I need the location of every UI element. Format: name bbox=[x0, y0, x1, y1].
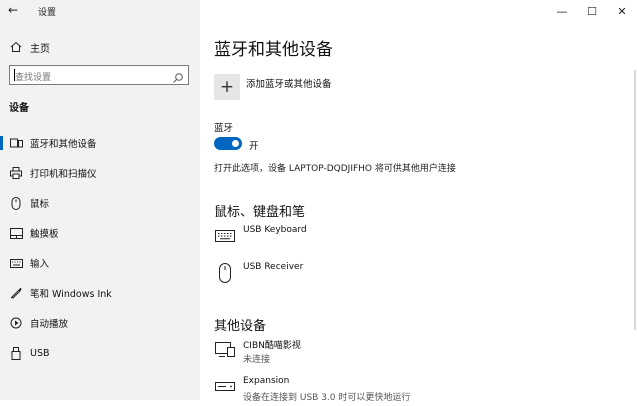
bluetooth-toggle-state: 开 bbox=[249, 141, 259, 152]
printer-icon bbox=[9, 166, 23, 180]
home-nav-item[interactable]: 主页 bbox=[9, 38, 50, 56]
other-devices-heading: 其他设备 bbox=[214, 319, 267, 334]
close-button[interactable]: ✕ bbox=[607, 0, 637, 22]
device-status: 未连接 bbox=[243, 355, 271, 365]
sidebar-item-typing[interactable]: 输入 bbox=[0, 248, 200, 278]
device-name: USB Receiver bbox=[243, 262, 304, 272]
window-title: 设置 bbox=[38, 8, 57, 18]
settings-window: ← 设置 主页 查找设置 设备 蓝牙和其他设备 打印机和扫描仪 鼠标 触摸板 输… bbox=[0, 0, 637, 403]
sidebar-item-printers[interactable]: 打印机和扫描仪 bbox=[0, 158, 200, 188]
sidebar-item-label: USB bbox=[30, 347, 50, 359]
sidebar-item-bluetooth[interactable]: 蓝牙和其他设备 bbox=[0, 128, 200, 158]
discoverable-text: 打开此选项，设备 LAPTOP-DQDJIFHO 将可供其他用户连接 bbox=[214, 164, 456, 174]
sidebar-nav: 蓝牙和其他设备 打印机和扫描仪 鼠标 触摸板 输入 笔和 Windows Ink… bbox=[0, 128, 200, 368]
sidebar-item-mouse[interactable]: 鼠标 bbox=[0, 188, 200, 218]
sidebar-item-autoplay[interactable]: 自动播放 bbox=[0, 308, 200, 338]
sidebar-item-pen[interactable]: 笔和 Windows Ink bbox=[0, 278, 200, 308]
device-name: USB Keyboard bbox=[243, 225, 307, 235]
scrollbar[interactable] bbox=[634, 70, 636, 330]
bluetooth-heading: 蓝牙 bbox=[214, 123, 234, 134]
sidebar-item-label: 蓝牙和其他设备 bbox=[30, 139, 97, 150]
maximize-button[interactable]: ☐ bbox=[577, 0, 607, 22]
device-name: CIBN酷喵影视 bbox=[243, 341, 301, 351]
window-controls: — ☐ ✕ bbox=[547, 0, 637, 22]
keyboard-icon bbox=[9, 256, 23, 270]
sidebar-item-label: 打印机和扫描仪 bbox=[30, 169, 97, 180]
mouse-keyboard-pen-heading: 鼠标、键盘和笔 bbox=[214, 205, 306, 220]
search-placeholder: 查找设置 bbox=[15, 73, 52, 83]
back-arrow-icon[interactable]: ← bbox=[8, 3, 18, 17]
minimize-button[interactable]: — bbox=[547, 0, 577, 22]
mouse-icon bbox=[9, 196, 23, 210]
plus-icon: + bbox=[219, 77, 235, 97]
home-label: 主页 bbox=[30, 43, 50, 55]
sidebar: ← 设置 主页 查找设置 设备 蓝牙和其他设备 打印机和扫描仪 鼠标 触摸板 输… bbox=[0, 0, 200, 400]
sidebar-item-label: 自动播放 bbox=[30, 319, 69, 330]
display-device-icon bbox=[214, 338, 236, 360]
toggle-knob bbox=[232, 140, 239, 147]
sidebar-item-usb[interactable]: USB bbox=[0, 338, 200, 368]
add-device-button[interactable]: + bbox=[214, 74, 240, 100]
pen-icon bbox=[9, 286, 23, 300]
sidebar-item-touchpad[interactable]: 触摸板 bbox=[0, 218, 200, 248]
sidebar-item-label: 输入 bbox=[30, 259, 50, 270]
device-status: 设备在连接到 USB 3.0 时可以更快地运行 bbox=[243, 393, 411, 403]
touchpad-icon bbox=[9, 226, 23, 240]
sidebar-section-heading: 设备 bbox=[9, 103, 29, 114]
mouse-device-icon bbox=[214, 262, 236, 284]
home-icon bbox=[9, 40, 23, 54]
main-content: — ☐ ✕ 蓝牙和其他设备 + 添加蓝牙或其他设备 蓝牙 开 打开此选项，设备 … bbox=[200, 0, 637, 403]
autoplay-icon bbox=[9, 316, 23, 330]
sidebar-item-label: 笔和 Windows Ink bbox=[30, 289, 112, 300]
drive-device-icon bbox=[214, 376, 236, 398]
usb-icon bbox=[9, 346, 23, 360]
page-title: 蓝牙和其他设备 bbox=[214, 40, 333, 60]
add-device-label[interactable]: 添加蓝牙或其他设备 bbox=[246, 76, 332, 90]
sidebar-item-label: 鼠标 bbox=[30, 199, 50, 210]
sidebar-item-label: 触摸板 bbox=[30, 229, 59, 240]
bluetooth-toggle[interactable] bbox=[214, 137, 242, 150]
device-name: Expansion bbox=[243, 376, 290, 386]
search-icon[interactable] bbox=[172, 69, 184, 83]
bluetooth-devices-icon bbox=[9, 136, 23, 150]
keyboard-device-icon bbox=[214, 225, 236, 247]
search-input[interactable]: 查找设置 bbox=[9, 65, 189, 85]
title-bar: ← 设置 bbox=[0, 0, 200, 22]
